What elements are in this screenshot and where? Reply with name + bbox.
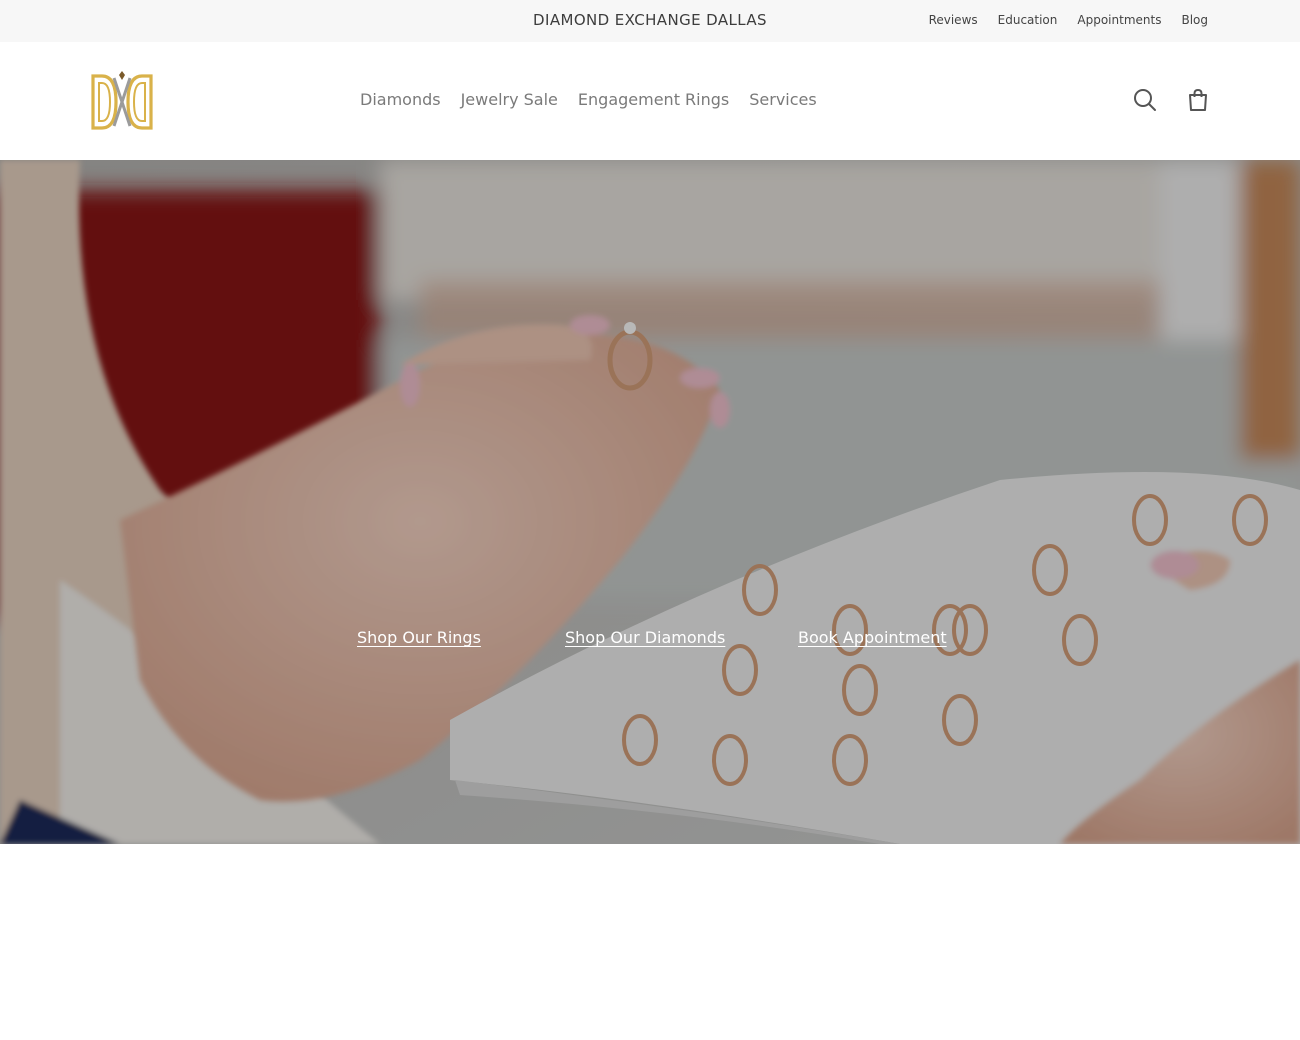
shop-diamonds-link[interactable]: Shop Our Diamonds <box>565 628 725 647</box>
nav-jewelry-sale[interactable]: Jewelry Sale <box>461 90 558 109</box>
utility-nav: Reviews Education Appointments Blog <box>929 13 1208 27</box>
shop-rings-link[interactable]: Shop Our Rings <box>357 628 481 647</box>
hero-banner: Shop Our Rings Shop Our Diamonds Book Ap… <box>0 160 1300 844</box>
utility-link-appointments[interactable]: Appointments <box>1077 13 1161 27</box>
utility-link-education[interactable]: Education <box>998 13 1058 27</box>
announcement-bar: DIAMOND EXCHANGE DALLAS Reviews Educatio… <box>0 0 1300 42</box>
search-icon[interactable] <box>1133 88 1157 112</box>
book-appointment-link[interactable]: Book Appointment <box>798 628 947 647</box>
site-header: Diamonds Jewelry Sale Engagement Rings S… <box>0 42 1300 160</box>
shopping-bag-icon[interactable] <box>1186 88 1210 112</box>
logo[interactable] <box>90 70 154 134</box>
nav-diamonds[interactable]: Diamonds <box>360 90 441 109</box>
hero-dim-overlay <box>0 160 1300 844</box>
nav-services[interactable]: Services <box>749 90 816 109</box>
nav-engagement-rings[interactable]: Engagement Rings <box>578 90 729 109</box>
utility-link-reviews[interactable]: Reviews <box>929 13 978 27</box>
main-nav: Diamonds Jewelry Sale Engagement Rings S… <box>360 90 817 109</box>
dxd-logo-icon <box>91 71 153 130</box>
utility-link-blog[interactable]: Blog <box>1181 13 1208 27</box>
